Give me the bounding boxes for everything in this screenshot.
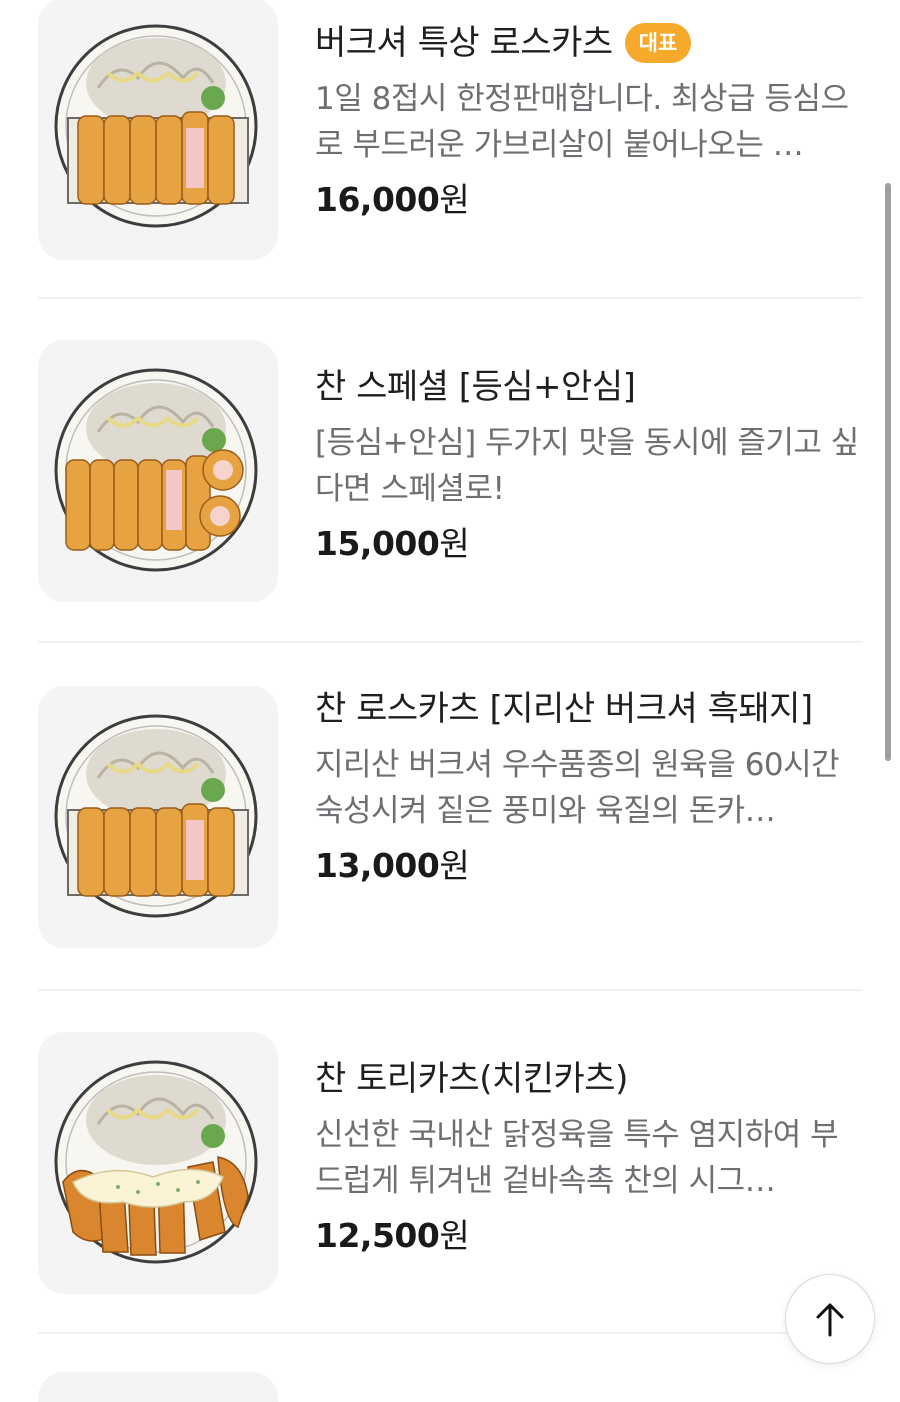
menu-item-price: 16,000원: [315, 178, 862, 222]
menu-item-description: 신선한 국내산 닭정육을 특수 염지하여 부드럽게 튀겨낸 겉바속촉 찬의 시그…: [315, 1117, 839, 1199]
menu-item-description: 1일 8접시 한정판매합니다. 최상급 등심으로 부드러운 가브리살이 붙어나오…: [315, 81, 849, 163]
menu-item-name-row: 버크셔 특상 로스카츠 대표: [315, 20, 862, 66]
menu-item-info: 버크셔 특상 로스카츠 대표 1일 8접시 한정판매합니다. 최상급 등심으로 …: [315, 20, 862, 222]
divider: [38, 297, 862, 299]
divider: [38, 989, 862, 991]
price-number: 12,500: [315, 1216, 440, 1255]
divider: [38, 1332, 862, 1334]
menu-item-price: 12,500원: [315, 1214, 862, 1258]
price-unit: 원: [439, 524, 470, 563]
menu-item-name: 찬 토리카츠(치킨카츠): [315, 1059, 628, 1099]
menu-item-image[interactable]: [38, 1032, 278, 1294]
menu-item-image[interactable]: [38, 0, 278, 260]
menu-item-description: [등심+안심] 두가지 맛을 동시에 즐기고 싶다면 스페셜로!: [315, 425, 859, 507]
price-unit: 원: [439, 846, 470, 885]
menu-item-name: 버크셔 특상 로스카츠: [315, 23, 613, 63]
menu-item[interactable]: 버크셔 특상 로스카츠 대표 1일 8접시 한정판매합니다. 최상급 등심으로 …: [38, 0, 862, 260]
pork-cutlet-plate-icon: [54, 714, 258, 918]
menu-item-image[interactable]: [38, 686, 278, 948]
menu-item-image[interactable]: [38, 340, 278, 602]
menu-item-info: 찬 토리카츠(치킨카츠) 신선한 국내산 닭정육을 특수 염지하여 부드럽게 튀…: [315, 1056, 862, 1258]
menu-item[interactable]: 찬 토리카츠(치킨카츠) 신선한 국내산 닭정육을 특수 염지하여 부드럽게 튀…: [38, 1032, 862, 1294]
menu-item[interactable]: 찬 스페셜 [등심+안심] [등심+안심] 두가지 맛을 동시에 즐기고 싶다면…: [38, 340, 862, 602]
arrow-up-icon: [816, 1303, 844, 1337]
menu-item[interactable]: 찬 로스카츠 [지리산 버크셔 흑돼지] 지리산 버크셔 우수품종의 원육을 6…: [38, 686, 862, 948]
menu-item-info: 찬 스페셜 [등심+안심] [등심+안심] 두가지 맛을 동시에 즐기고 싶다면…: [315, 364, 862, 566]
price-number: 16,000: [315, 180, 440, 219]
chicken-cutlet-plate-icon: [54, 1060, 258, 1264]
menu-item-name: 찬 로스카츠 [지리산 버크셔 흑돼지]: [315, 689, 813, 729]
menu-item-price: 15,000원: [315, 522, 862, 566]
signature-badge: 대표: [624, 23, 692, 63]
menu-item-description: 지리산 버크셔 우수품종의 원육을 60시간 숙성시켜 짙은 풍미와 육질의 돈…: [315, 747, 840, 829]
menu-item-name-row: 찬 스페셜 [등심+안심]: [315, 364, 862, 410]
pork-cutlet-plate-icon: [54, 24, 258, 228]
price-unit: 원: [439, 1216, 470, 1255]
menu-item-name: 찬 스페셜 [등심+안심]: [315, 367, 636, 407]
scroll-to-top-button[interactable]: [785, 1274, 875, 1364]
price-number: 13,000: [315, 846, 440, 885]
divider: [38, 641, 862, 643]
special-cutlet-plate-icon: [54, 368, 258, 572]
price-unit: 원: [439, 180, 470, 219]
price-number: 15,000: [315, 524, 440, 563]
menu-item-name-row: 찬 로스카츠 [지리산 버크셔 흑돼지]: [315, 686, 835, 732]
scrollbar[interactable]: [885, 183, 891, 761]
menu-item-price: 13,000원: [315, 844, 862, 888]
menu-item-name-row: 찬 토리카츠(치킨카츠): [315, 1056, 862, 1102]
menu-item-info: 찬 로스카츠 [지리산 버크셔 흑돼지] 지리산 버크셔 우수품종의 원육을 6…: [315, 686, 862, 888]
